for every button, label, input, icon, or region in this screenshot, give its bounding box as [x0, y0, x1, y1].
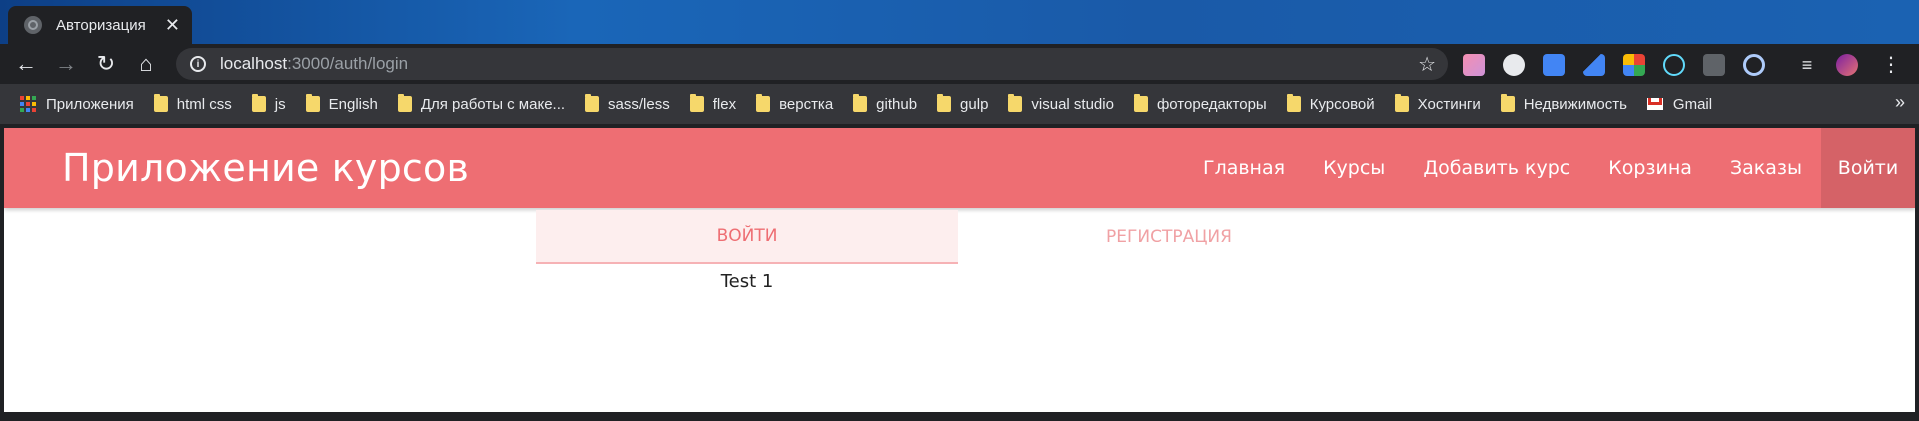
bookmark-folder[interactable]: Недвижимость [1500, 94, 1627, 113]
nav-link-courses[interactable]: Курсы [1304, 128, 1404, 208]
apps-icon [20, 96, 36, 112]
tab-title: Авторизация [56, 16, 146, 34]
bookmark-folder[interactable]: Курсовой [1286, 94, 1375, 113]
folder-icon [1286, 94, 1301, 112]
folder-icon [585, 94, 600, 112]
folder-icon [153, 94, 168, 112]
translate-extension-icon[interactable] [1543, 54, 1565, 76]
folder-icon [1008, 94, 1023, 112]
bookmark-folder[interactable]: Для работы с маке... [397, 94, 565, 113]
tab-register[interactable]: Регистрация [958, 210, 1380, 264]
nav-link-login[interactable]: Войти [1821, 128, 1915, 208]
react-devtools-icon[interactable] [1663, 54, 1685, 76]
info-icon[interactable]: i [190, 56, 206, 72]
bookmark-folder[interactable]: js [251, 94, 286, 113]
more-bookmarks-icon[interactable]: » [1895, 92, 1905, 113]
tab-content-text: Test 1 [720, 271, 774, 292]
avatar[interactable] [1836, 54, 1858, 76]
bookmark-apps[interactable]: Приложения [20, 96, 134, 113]
tab-strip: Авторизация ✕ [0, 0, 1919, 44]
bookmark-folder[interactable]: фоторедакторы [1133, 94, 1267, 113]
bookmark-folder[interactable]: English [305, 94, 378, 113]
folder-icon [305, 94, 320, 112]
bookmark-folder[interactable]: sass/less [585, 94, 670, 113]
folder-icon [1394, 94, 1409, 112]
folder-icon [853, 94, 868, 112]
reload-button[interactable]: ↻ [92, 50, 120, 78]
browser-toolbar: ← → ↻ ⌂ i localhost:3000/auth/login ☆ ≡ … [0, 44, 1919, 84]
page-viewport: Приложение курсов Главная Курсы Добавить… [4, 128, 1915, 412]
bookmark-star-icon[interactable]: ☆ [1418, 52, 1436, 77]
bookmarks-bar: Приложения html css js English Для работ… [0, 84, 1919, 124]
bookmark-gmail[interactable]: Gmail [1646, 96, 1712, 113]
folder-icon [1500, 94, 1515, 112]
nav-link-home[interactable]: Главная [1184, 128, 1304, 208]
folder-icon [251, 94, 266, 112]
back-button[interactable]: ← [12, 50, 40, 78]
globe-icon [24, 16, 42, 34]
bookmark-folder[interactable]: Хостинги [1394, 94, 1481, 113]
brand-logo[interactable]: Приложение курсов [62, 146, 469, 190]
extension-icon[interactable] [1743, 54, 1765, 76]
nav-link-add-course[interactable]: Добавить курс [1404, 128, 1589, 208]
gmail-icon [1646, 98, 1663, 110]
menu-kebab-icon[interactable]: ⋮ [1880, 54, 1902, 76]
apps-extension-icon[interactable] [1623, 54, 1645, 76]
browser-window: Авторизация ✕ ← → ↻ ⌂ i localhost:3000/a… [0, 0, 1919, 421]
nav-link-orders[interactable]: Заказы [1711, 128, 1821, 208]
nav-links: Главная Курсы Добавить курс Корзина Зака… [1184, 128, 1915, 208]
tab-login[interactable]: Войти [536, 210, 958, 264]
nav-link-cart[interactable]: Корзина [1589, 128, 1711, 208]
close-tab-icon[interactable]: ✕ [165, 15, 180, 36]
bookmark-folder[interactable]: верстка [756, 94, 833, 113]
folder-icon [1133, 94, 1148, 112]
color-picker-extension-icon[interactable] [1583, 54, 1605, 76]
auth-tabs: Войти Регистрация [536, 210, 1380, 264]
bookmark-folder[interactable]: html css [153, 94, 232, 113]
folder-icon [937, 94, 952, 112]
folder-icon [397, 94, 412, 112]
address-bar[interactable]: i localhost:3000/auth/login ☆ [176, 48, 1448, 80]
bookmark-folder[interactable]: flex [689, 94, 736, 113]
home-button[interactable]: ⌂ [132, 50, 160, 78]
chat-extension-icon[interactable] [1503, 54, 1525, 76]
extension-icon[interactable] [1463, 54, 1485, 76]
url-text[interactable]: localhost:3000/auth/login [220, 54, 1418, 74]
bookmark-folder[interactable]: github [853, 94, 917, 113]
forward-button[interactable]: → [52, 50, 80, 78]
folder-icon [756, 94, 771, 112]
app-navbar: Приложение курсов Главная Курсы Добавить… [4, 128, 1915, 208]
media-control-icon[interactable]: ≡ [1796, 54, 1818, 76]
bookmark-folder[interactable]: visual studio [1008, 94, 1114, 113]
extension-icon[interactable] [1703, 54, 1725, 76]
browser-tab[interactable]: Авторизация ✕ [8, 6, 192, 44]
bookmark-folder[interactable]: gulp [937, 94, 988, 113]
folder-icon [689, 94, 704, 112]
